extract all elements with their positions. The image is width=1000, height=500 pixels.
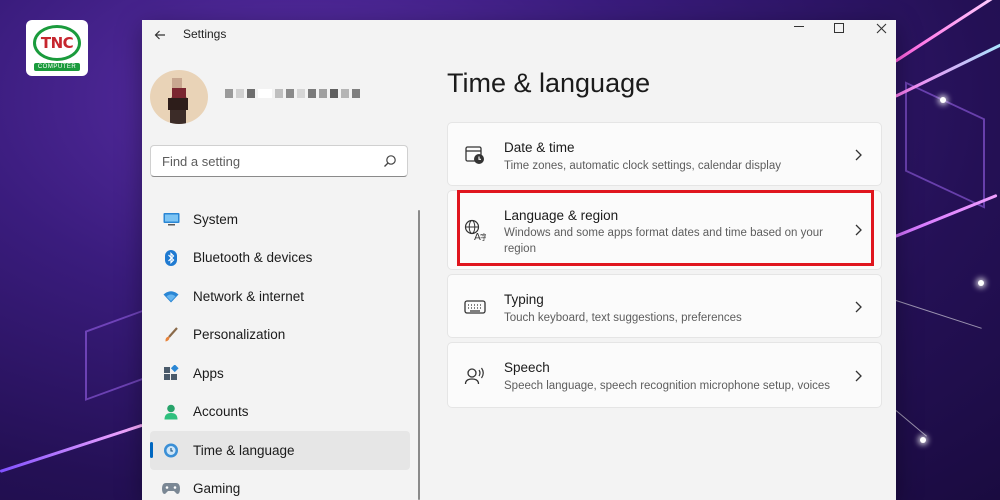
minimize-button[interactable] bbox=[780, 20, 818, 38]
sidebar-item-network[interactable]: Network & internet bbox=[150, 277, 410, 316]
card-typing[interactable]: Typing Touch keyboard, text suggestions,… bbox=[447, 274, 882, 338]
chevron-right-icon bbox=[855, 149, 862, 161]
back-button[interactable] bbox=[150, 25, 170, 45]
window-title: Settings bbox=[183, 27, 227, 41]
minimize-icon bbox=[794, 25, 804, 27]
svg-text:字: 字 bbox=[480, 232, 486, 241]
person-icon bbox=[162, 403, 180, 421]
apps-icon bbox=[162, 364, 180, 382]
settings-cards: Date & time Time zones, automatic clock … bbox=[447, 122, 882, 412]
card-language-region[interactable]: A字 Language & region Windows and some ap… bbox=[447, 190, 882, 270]
card-speech[interactable]: Speech Speech language, speech recogniti… bbox=[447, 342, 882, 408]
chevron-right-icon bbox=[855, 370, 862, 382]
wallpaper-dot bbox=[920, 437, 926, 443]
logo-mark: TNC bbox=[33, 25, 81, 61]
wallpaper-streak bbox=[894, 38, 1000, 98]
user-profile[interactable] bbox=[150, 70, 410, 124]
maximize-button[interactable] bbox=[820, 20, 858, 38]
sidebar-item-label: Time & language bbox=[193, 442, 295, 458]
card-title: Typing bbox=[504, 292, 544, 307]
card-title: Speech bbox=[504, 360, 550, 375]
chevron-right-icon bbox=[855, 224, 862, 236]
card-description: Touch keyboard, text suggestions, prefer… bbox=[504, 312, 742, 324]
sidebar-item-label: Accounts bbox=[193, 404, 249, 420]
wallpaper-dot bbox=[940, 97, 946, 103]
card-title: Date & time bbox=[504, 140, 575, 155]
avatar bbox=[150, 70, 208, 124]
keyboard-icon bbox=[464, 296, 486, 318]
sidebar-item-label: Gaming bbox=[193, 481, 241, 497]
search-icon bbox=[384, 155, 396, 167]
search-input[interactable]: Find a setting bbox=[150, 145, 408, 177]
sidebar-item-system[interactable]: System bbox=[150, 200, 410, 239]
maximize-icon bbox=[834, 23, 844, 33]
wallpaper-line bbox=[895, 410, 927, 437]
card-description: Windows and some apps format dates and t… bbox=[504, 227, 823, 255]
monitor-icon bbox=[162, 210, 180, 228]
active-indicator bbox=[150, 442, 153, 458]
globe-clock-icon bbox=[162, 441, 180, 459]
sidebar-item-label: Network & internet bbox=[193, 288, 305, 304]
sidebar-item-gaming[interactable]: Gaming bbox=[150, 470, 410, 500]
search-placeholder: Find a setting bbox=[162, 154, 241, 169]
close-icon bbox=[876, 23, 886, 33]
chevron-right-icon bbox=[855, 301, 862, 313]
wallpaper-streak bbox=[894, 193, 998, 238]
gamepad-icon bbox=[162, 480, 180, 498]
calendar-clock-icon bbox=[464, 144, 486, 166]
card-description: Time zones, automatic clock settings, ca… bbox=[504, 160, 781, 172]
sidebar-scrollbar[interactable] bbox=[418, 210, 420, 500]
sidebar-item-accounts[interactable]: Accounts bbox=[150, 393, 410, 432]
sidebar-item-label: Personalization bbox=[193, 327, 286, 343]
wifi-icon bbox=[162, 287, 180, 305]
logo-subtitle: COMPUTER bbox=[33, 63, 81, 71]
sidebar-item-apps[interactable]: Apps bbox=[150, 354, 410, 393]
language-icon: A字 bbox=[464, 219, 486, 241]
sidebar-item-bluetooth[interactable]: Bluetooth & devices bbox=[150, 239, 410, 278]
bluetooth-icon bbox=[162, 249, 180, 267]
user-name-obscured bbox=[225, 89, 360, 98]
card-date-time[interactable]: Date & time Time zones, automatic clock … bbox=[447, 122, 882, 186]
wallpaper-line bbox=[895, 300, 982, 329]
card-description: Speech language, speech recognition micr… bbox=[504, 380, 831, 392]
title-bar: Settings bbox=[142, 20, 896, 50]
wallpaper-shape bbox=[85, 309, 145, 401]
close-button[interactable] bbox=[862, 20, 900, 38]
speech-icon bbox=[464, 365, 486, 387]
sidebar-item-personalization[interactable]: Personalization bbox=[150, 316, 410, 355]
sidebar-item-label: Apps bbox=[193, 365, 224, 381]
card-title: Language & region bbox=[504, 208, 619, 223]
arrow-left-icon bbox=[154, 30, 165, 40]
tnc-computer-logo: TNC COMPUTER bbox=[26, 20, 88, 76]
sidebar-item-label: Bluetooth & devices bbox=[193, 250, 313, 266]
sidebar-item-label: System bbox=[193, 211, 239, 227]
sidebar-item-time-language[interactable]: Time & language bbox=[150, 431, 410, 470]
brush-icon bbox=[162, 326, 180, 344]
settings-window: Settings Find a setting System Bluetooth… bbox=[142, 20, 896, 500]
page-title: Time & language bbox=[447, 68, 651, 98]
sidebar-nav: System Bluetooth & devices Network & int… bbox=[150, 200, 410, 500]
wallpaper-streak bbox=[0, 423, 144, 473]
wallpaper-dot bbox=[978, 280, 984, 286]
